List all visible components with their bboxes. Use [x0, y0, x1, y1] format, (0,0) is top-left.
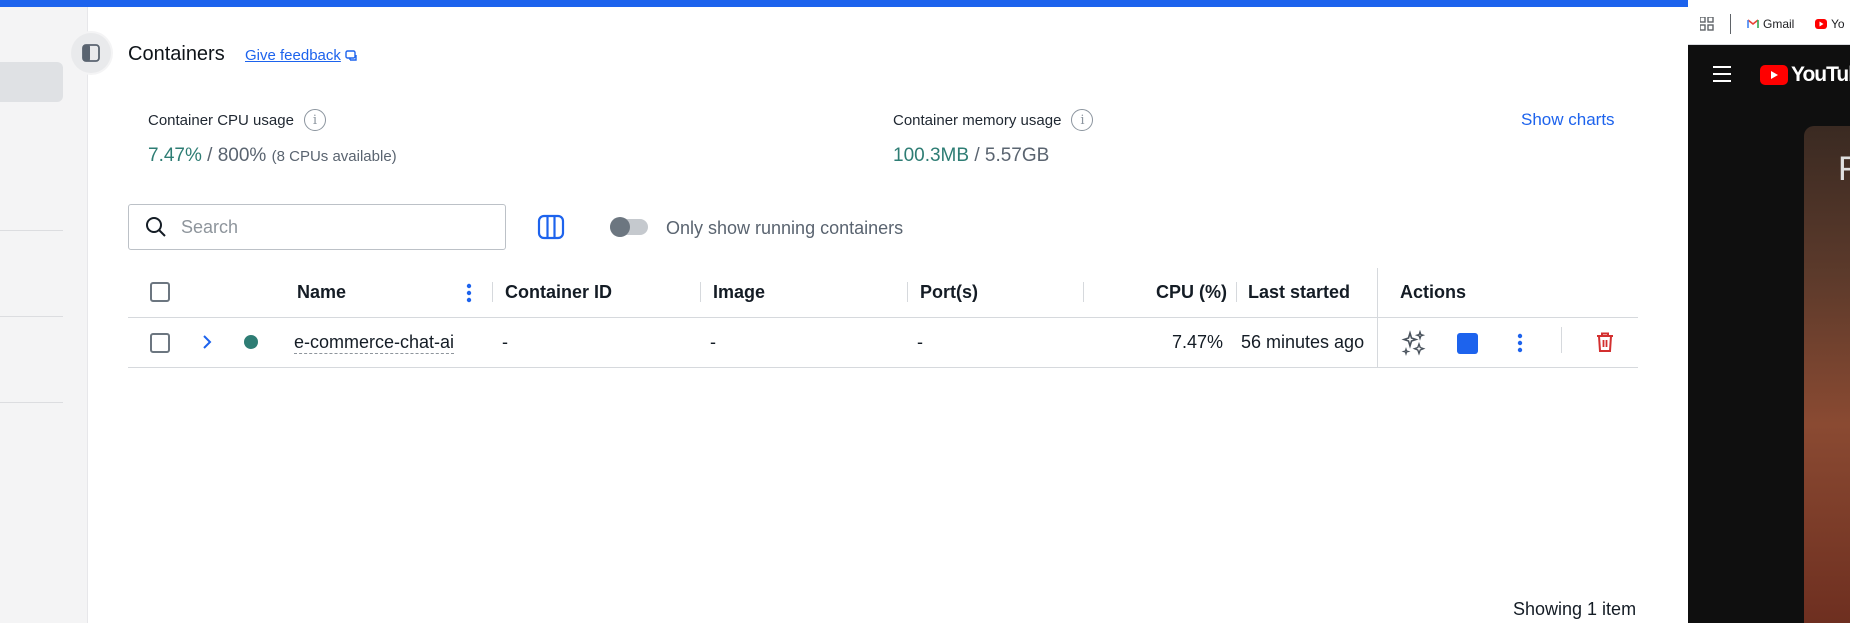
cpu-usage-note: (8 CPUs available)	[271, 148, 397, 165]
actions-separator	[1561, 327, 1562, 353]
column-separator	[1236, 282, 1237, 302]
memory-usage-label: Container memory usage	[893, 111, 1062, 129]
column-header-name[interactable]: Name	[297, 282, 346, 303]
select-all-checkbox[interactable]	[150, 282, 170, 302]
show-charts-button[interactable]: Show charts	[1521, 110, 1615, 130]
bookmark-separator	[1730, 14, 1731, 34]
info-icon[interactable]: i	[303, 109, 326, 131]
cpu-usage-total: 800%	[217, 145, 267, 166]
toggle-knob	[610, 217, 630, 237]
item-count: Showing 1 item	[1513, 599, 1637, 619]
bookmark-youtube-label: Yo	[1831, 17, 1845, 31]
column-separator	[1083, 282, 1084, 302]
stop-button[interactable]	[1455, 331, 1479, 355]
memory-usage-separator: /	[969, 145, 985, 166]
sidebar-toggle-button[interactable]	[71, 33, 111, 73]
last-started-cell: 56 minutes ago	[1241, 332, 1365, 352]
youtube-logo[interactable]: YouTube	[1760, 63, 1850, 87]
cpu-usage-separator: /	[201, 145, 218, 166]
cpu-cell: 7.47%	[1172, 332, 1224, 352]
column-header-cpu[interactable]: CPU (%)	[1156, 282, 1227, 303]
gmail-icon	[1747, 19, 1759, 28]
search-icon	[146, 217, 166, 237]
container-name-link[interactable]: e-commerce-chat-ai	[294, 332, 455, 354]
container-id-cell: -	[502, 332, 508, 352]
stop-icon	[1456, 332, 1478, 354]
cpu-usage-label-row: Container CPU usage i	[148, 109, 326, 131]
browser-window: Gmail Yo YouTube F	[1688, 0, 1850, 623]
more-actions-button[interactable]	[1512, 331, 1528, 355]
row-checkbox[interactable]	[150, 333, 170, 353]
cpu-usage-value: 7.47% / 800% (8 CPUs available)	[148, 145, 397, 167]
actions-column-divider	[1377, 268, 1378, 368]
menu-icon[interactable]	[1713, 66, 1731, 87]
apps-grid-icon[interactable]	[1700, 17, 1714, 31]
give-feedback-link[interactable]: Give feedback	[245, 47, 359, 64]
bookmark-youtube[interactable]: Yo	[1815, 17, 1845, 31]
running-only-toggle[interactable]	[610, 217, 648, 237]
column-header-container-id[interactable]: Container ID	[505, 282, 612, 303]
image-cell: -	[710, 332, 716, 352]
expand-chevron-icon[interactable]	[201, 334, 213, 350]
memory-usage-total: 5.57GB	[984, 145, 1050, 166]
delete-button[interactable]	[1593, 330, 1617, 354]
memory-usage-label-row: Container memory usage i	[893, 109, 1094, 131]
table-header-divider	[128, 317, 1638, 318]
info-icon[interactable]: i	[1071, 109, 1094, 131]
nav-divider	[0, 402, 63, 403]
trash-icon	[1597, 332, 1613, 352]
column-header-image[interactable]: Image	[713, 282, 765, 303]
sidebar-toggle-icon	[82, 44, 100, 62]
give-feedback-label: Give feedback	[245, 47, 341, 64]
ask-gordon-button[interactable]	[1400, 329, 1428, 357]
container-name: e-commerce-chat-ai	[294, 332, 455, 354]
youtube-bookmark-icon	[1815, 19, 1827, 29]
video-thumbnail[interactable]	[1804, 126, 1850, 623]
memory-usage-current: 100.3MB	[893, 145, 970, 166]
running-only-label: Only show running containers	[666, 218, 904, 238]
status-running-dot	[244, 335, 258, 349]
column-header-ports[interactable]: Port(s)	[920, 282, 978, 303]
column-menu-icon[interactable]	[466, 283, 472, 303]
more-vertical-icon	[1517, 333, 1523, 353]
column-header-actions: Actions	[1400, 282, 1467, 302]
youtube-logo-text: YouTube	[1791, 63, 1850, 86]
columns-icon	[537, 214, 565, 240]
cpu-usage-label: Container CPU usage	[148, 111, 294, 129]
bookmarks-bar: Gmail Yo	[1688, 0, 1850, 45]
progress-top-bar	[0, 0, 1688, 7]
column-separator	[492, 282, 493, 302]
nav-divider	[0, 316, 63, 317]
ports-cell: -	[917, 332, 923, 352]
thumbnail-text: F	[1838, 150, 1850, 188]
memory-usage-value: 100.3MB / 5.57GB	[893, 145, 1049, 167]
table-columns-button[interactable]	[537, 214, 565, 240]
nav-divider	[0, 230, 63, 231]
search-input[interactable]	[181, 216, 481, 238]
left-navigation	[0, 7, 88, 623]
column-header-last-started[interactable]: Last started	[1248, 282, 1350, 303]
bookmark-gmail-label: Gmail	[1763, 17, 1795, 31]
column-separator	[907, 282, 908, 302]
search-box[interactable]	[128, 204, 506, 250]
feedback-icon	[345, 49, 357, 61]
containers-page	[88, 7, 1688, 623]
page-title: Containers	[128, 43, 225, 65]
youtube-play-icon	[1760, 65, 1788, 85]
sparkles-icon	[1401, 330, 1426, 356]
table-row-divider	[128, 367, 1638, 368]
nav-selected-item[interactable]	[0, 62, 63, 102]
cpu-usage-current: 7.47%	[148, 145, 202, 166]
bookmark-gmail[interactable]: Gmail	[1747, 17, 1794, 31]
youtube-header: YouTube	[1688, 45, 1850, 105]
column-separator	[700, 282, 701, 302]
